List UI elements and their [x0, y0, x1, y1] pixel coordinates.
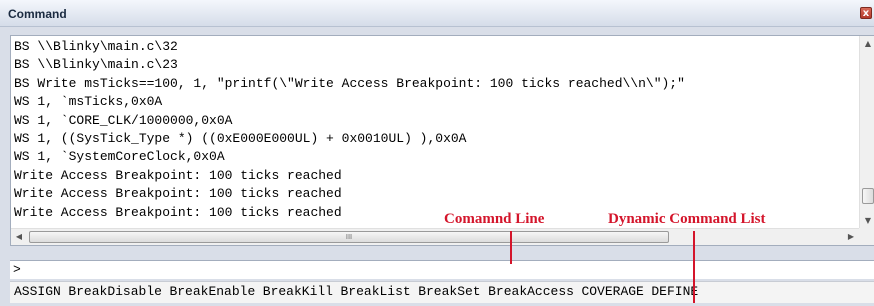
command-list-item[interactable]: BreakDisable — [68, 282, 162, 302]
annotation-command-line: Comamnd Line — [444, 211, 545, 227]
dynamic-command-list: ASSIGN BreakDisable BreakEnable BreakKill Br… — [10, 281, 874, 303]
command-line[interactable]: > — [10, 260, 874, 279]
output-line: BS \\Blinky\main.c\23 — [14, 57, 178, 73]
horizontal-scroll-thumb[interactable]: III — [29, 231, 669, 243]
annotation-command-line-pointer — [510, 231, 512, 264]
command-list-item[interactable]: BreakSet — [418, 282, 480, 302]
scroll-up-icon[interactable]: ▲ — [860, 36, 874, 52]
scroll-right-icon[interactable]: ▶ — [843, 229, 859, 245]
annotation-dynamic-list: Dynamic Command List — [608, 211, 766, 227]
title-bar: Command x — [0, 0, 874, 27]
command-list-item[interactable]: ASSIGN — [14, 282, 61, 302]
command-list-item[interactable]: COVERAGE — [581, 282, 643, 302]
command-prompt: > — [13, 262, 21, 277]
command-list-item[interactable]: DEFINE — [651, 282, 698, 302]
scroll-down-icon[interactable]: ▼ — [860, 213, 874, 229]
output-line: BS Write msTicks==100, 1, "printf(\"Writ… — [14, 75, 685, 91]
output-line: WS 1, `SystemCoreClock,0x0A — [14, 149, 225, 165]
output-line: Write Access Breakpoint: 100 ticks reach… — [14, 186, 342, 202]
command-list-item[interactable]: BreakEnable — [169, 282, 255, 302]
output-line: WS 1, `CORE_CLK/1000000,0x0A — [14, 112, 233, 128]
command-window: Command x BS \\Blinky\main.c\32 BS \\Blin… — [0, 0, 874, 306]
scrollbar-corner — [859, 228, 874, 245]
horizontal-scrollbar[interactable]: ◀ III ▶ — [11, 228, 859, 245]
command-list-item[interactable]: BreakAccess — [488, 282, 574, 302]
annotation-dynamic-list-pointer — [693, 231, 695, 303]
close-icon[interactable]: x — [860, 7, 872, 19]
output-line: WS 1, `msTicks,0x0A — [14, 94, 163, 110]
command-list-item[interactable]: BreakKill — [263, 282, 333, 302]
output-line: Write Access Breakpoint: 100 ticks reach… — [14, 167, 342, 183]
output-line: WS 1, ((SysTick_Type *) ((0xE000E000UL) … — [14, 131, 467, 147]
output-lines: BS \\Blinky\main.c\32 BS \\Blinky\main.c\… — [14, 38, 856, 222]
vertical-scroll-thumb[interactable] — [862, 188, 874, 204]
vertical-scrollbar[interactable]: ▲ ▼ — [859, 36, 874, 229]
window-title: Command — [8, 7, 67, 21]
scroll-left-icon[interactable]: ◀ — [11, 229, 27, 245]
command-list-item[interactable]: BreakList — [340, 282, 410, 302]
output-line: BS \\Blinky\main.c\32 — [14, 39, 178, 54]
